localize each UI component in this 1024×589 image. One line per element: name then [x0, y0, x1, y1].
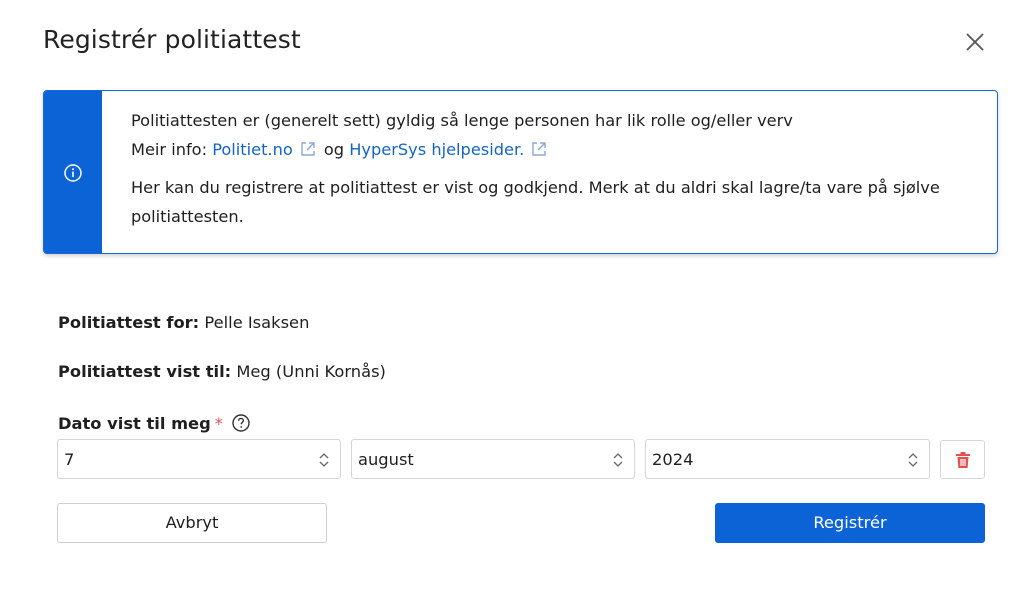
external-link-icon[interactable] [530, 138, 550, 158]
politiet-link[interactable]: Politiet.no [212, 140, 293, 159]
attest-for-label: Politiattest for: [58, 313, 200, 332]
info-alert: Politiattesten er (generelt sett) gyldig… [43, 90, 998, 254]
chevron-up-down-icon [612, 451, 624, 469]
info-icon [63, 163, 83, 183]
month-select[interactable]: august [351, 439, 635, 479]
date-field-label: Dato vist til meg * [58, 413, 251, 433]
register-button[interactable]: Registrér [715, 503, 985, 543]
connector-text: og [323, 140, 345, 159]
hypersys-help-link[interactable]: HyperSys hjelpesider. [349, 140, 524, 159]
info-body: Politiattesten er (generelt sett) gyldig… [131, 106, 977, 231]
day-value: 7 [64, 450, 75, 469]
attest-for-value: Pelle Isaksen [204, 313, 310, 332]
year-value: 2024 [652, 450, 694, 469]
required-mark: * [214, 414, 223, 433]
year-select[interactable]: 2024 [645, 439, 930, 479]
more-info-prefix: Meir info: [131, 140, 208, 159]
day-select[interactable]: 7 [57, 439, 341, 479]
info-line-instructions: Her kan du registrere at politiattest er… [131, 178, 940, 226]
attest-shown-row: Politiattest vist til: Meg (Unni Kornås) [58, 362, 386, 381]
trash-icon [956, 452, 970, 468]
cancel-button[interactable]: Avbryt [57, 503, 327, 543]
info-line-validity: Politiattesten er (generelt sett) gyldig… [131, 111, 793, 130]
attest-shown-label: Politiattest vist til: [58, 362, 232, 381]
month-value: august [358, 450, 414, 469]
dialog-title: Registrér politiattest [43, 25, 301, 54]
info-side-bar [44, 91, 102, 253]
help-icon[interactable] [231, 413, 251, 433]
clear-date-button[interactable] [940, 440, 985, 479]
chevron-up-down-icon [318, 451, 330, 469]
info-line-links: Meir info: Politiet.no og HyperSys hjelp… [131, 135, 977, 164]
date-label-text: Dato vist til meg [58, 414, 211, 433]
chevron-up-down-icon [907, 451, 919, 469]
attest-for-row: Politiattest for: Pelle Isaksen [58, 313, 309, 332]
external-link-icon[interactable] [299, 138, 319, 158]
attest-shown-value: Meg (Unni Kornås) [236, 362, 386, 381]
close-icon[interactable] [962, 29, 988, 55]
